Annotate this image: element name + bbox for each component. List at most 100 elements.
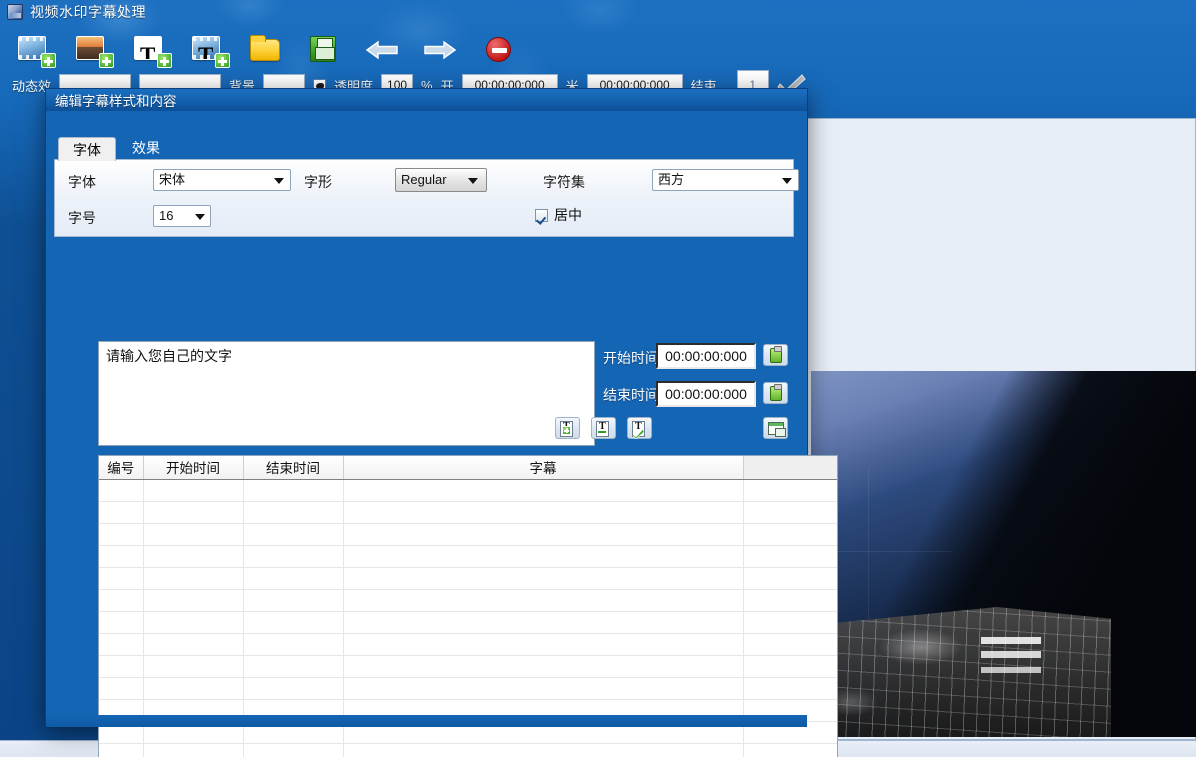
table-row[interactable]	[99, 567, 837, 590]
column-header-index[interactable]: 编号	[99, 456, 144, 480]
back-button[interactable]	[364, 30, 406, 70]
cell-index	[99, 743, 144, 757]
cell-start-time	[143, 501, 244, 524]
open-file-button[interactable]	[248, 30, 290, 70]
cell-index	[99, 677, 144, 700]
dialog-start-time-input[interactable]	[656, 343, 756, 369]
subtitle-grid[interactable]: 编号 开始时间 结束时间 字幕	[98, 455, 838, 757]
preview-window-button[interactable]	[763, 417, 788, 439]
floppy-save-icon	[310, 36, 336, 62]
font-size-value: 16	[159, 208, 174, 223]
plus-badge-icon	[157, 53, 172, 68]
clipboard-icon	[770, 346, 782, 363]
cell-end-time	[243, 743, 344, 757]
cell-index	[99, 523, 144, 546]
cell-subtitle	[343, 479, 744, 502]
charset-label: 字符集	[543, 174, 585, 190]
dialog-tabs: 字体 效果	[58, 136, 176, 161]
tab-font[interactable]: 字体	[58, 137, 116, 161]
add-image-button[interactable]	[74, 30, 116, 70]
stop-icon	[486, 37, 511, 62]
column-header-end-time[interactable]: 结束时间	[243, 456, 344, 480]
table-row[interactable]	[99, 479, 837, 502]
cell-subtitle	[343, 611, 744, 634]
font-family-select[interactable]: 宋体	[153, 169, 291, 191]
cell-end-time	[243, 479, 344, 502]
cell-filler	[743, 611, 837, 634]
cell-start-time	[143, 523, 244, 546]
cell-start-time	[143, 655, 244, 678]
checkbox-checked-icon	[535, 208, 548, 222]
cell-end-time	[243, 589, 344, 612]
stop-button[interactable]	[480, 30, 522, 70]
insert-subtitle-button[interactable]: T	[591, 417, 616, 439]
plus-badge-icon	[215, 53, 230, 68]
table-row[interactable]	[99, 545, 837, 568]
cell-filler	[743, 501, 837, 524]
table-row[interactable]	[99, 677, 837, 700]
table-row[interactable]	[99, 655, 837, 678]
cell-subtitle	[343, 501, 744, 524]
charset-select[interactable]: 西方	[652, 169, 799, 191]
subtitle-text-input[interactable]	[98, 341, 595, 446]
font-size-label: 字号	[68, 210, 96, 226]
font-size-select[interactable]: 16	[153, 205, 211, 227]
letter-t-glyph: T	[198, 43, 214, 60]
table-row[interactable]	[99, 523, 837, 546]
table-row[interactable]	[99, 633, 837, 656]
add-text-button[interactable]: T	[132, 30, 174, 70]
table-row[interactable]	[99, 611, 837, 634]
cell-filler	[743, 523, 837, 546]
add-video-button[interactable]	[16, 30, 58, 70]
cell-index	[99, 501, 144, 524]
app-icon	[7, 4, 23, 20]
font-style-value: Regular	[401, 172, 447, 187]
end-time-paste-button[interactable]	[763, 382, 788, 404]
table-row[interactable]	[99, 501, 837, 524]
charset-value: 西方	[658, 172, 685, 187]
subtitle-table: 编号 开始时间 结束时间 字幕	[99, 456, 837, 757]
cell-subtitle	[343, 743, 744, 757]
cell-start-time	[143, 479, 244, 502]
column-header-filler	[743, 456, 837, 480]
cell-index	[99, 611, 144, 634]
add-text-image-button[interactable]: T	[190, 30, 232, 70]
start-time-paste-button[interactable]	[763, 344, 788, 366]
text-confirm-icon: T	[632, 421, 645, 440]
column-header-start-time[interactable]: 开始时间	[143, 456, 244, 480]
forward-button[interactable]	[422, 30, 464, 70]
tab-effects-label: 效果	[132, 140, 160, 156]
confirm-subtitle-button[interactable]: T	[627, 417, 652, 440]
cell-subtitle	[343, 567, 744, 590]
center-align-checkbox[interactable]: 居中	[535, 205, 582, 225]
save-button[interactable]	[306, 30, 348, 70]
screen: 视频水印字幕处理 T T 动态效 背景 透明度 100 % 开 00:00:00…	[0, 0, 1196, 757]
cell-index	[99, 655, 144, 678]
font-style-label: 字形	[304, 174, 332, 190]
cell-filler	[743, 545, 837, 568]
add-subtitle-button[interactable]: T	[555, 417, 580, 439]
cell-filler	[743, 655, 837, 678]
cell-index	[99, 589, 144, 612]
table-header-row: 编号 开始时间 结束时间 字幕	[99, 456, 837, 480]
tab-font-label: 字体	[73, 141, 101, 158]
tab-effects[interactable]: 效果	[116, 136, 176, 160]
cell-end-time	[243, 523, 344, 546]
font-family-value: 宋体	[159, 172, 186, 187]
font-style-select[interactable]: Regular	[395, 168, 487, 192]
cell-filler	[743, 567, 837, 590]
video-frame	[811, 371, 1196, 737]
cell-filler	[743, 677, 837, 700]
video-wall-seam	[868, 467, 869, 627]
dialog-title: 编辑字幕样式和内容	[55, 94, 177, 109]
plus-badge-icon	[41, 53, 56, 68]
cell-start-time	[143, 545, 244, 568]
cell-start-time	[143, 611, 244, 634]
cell-start-time	[143, 677, 244, 700]
table-row[interactable]	[99, 743, 837, 757]
dialog-end-time-input[interactable]	[656, 381, 756, 407]
cell-start-time	[143, 743, 244, 757]
column-header-subtitle[interactable]: 字幕	[343, 456, 744, 480]
cell-end-time	[243, 501, 344, 524]
table-row[interactable]	[99, 589, 837, 612]
